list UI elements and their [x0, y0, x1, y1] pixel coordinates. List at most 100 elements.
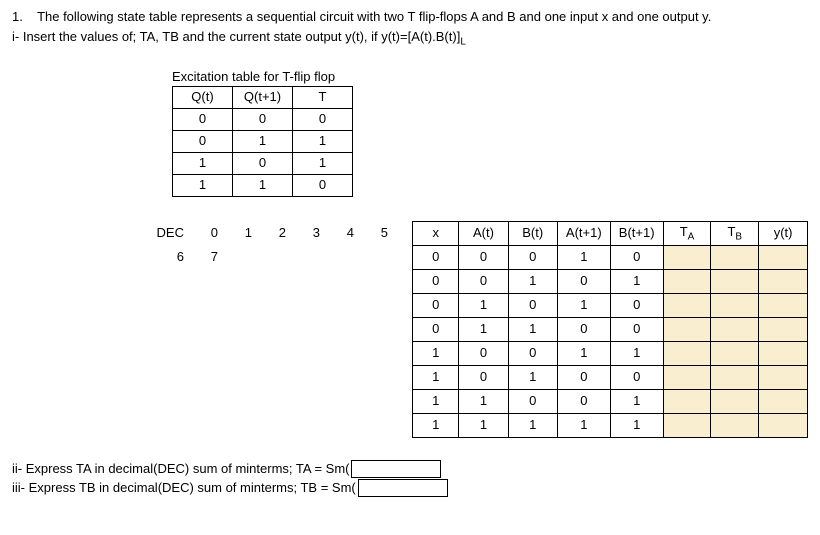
state-cell: 0: [610, 293, 663, 317]
state-cell: 1: [508, 317, 557, 341]
state-cell: [663, 317, 711, 341]
state-cell: 1: [508, 413, 557, 437]
state-cell: [711, 317, 759, 341]
state-cell: 0: [459, 365, 508, 389]
table-row: 0 1 1: [173, 130, 353, 152]
excitation-header: Q(t): [173, 86, 233, 108]
state-header: TA: [663, 221, 711, 245]
state-cell: [711, 365, 759, 389]
line-iii-text: iii- Express TB in decimal(DEC) sum of m…: [12, 479, 356, 497]
ta-answer-box[interactable]: [351, 460, 441, 478]
state-cell: [711, 269, 759, 293]
state-cell: 1: [459, 413, 508, 437]
state-header: B(t): [508, 221, 557, 245]
state-cell: [663, 293, 711, 317]
state-cell: 0: [557, 269, 610, 293]
excitation-section: Excitation table for T-flip flop Q(t) Q(…: [172, 68, 808, 197]
state-cell: [759, 269, 808, 293]
state-header: x: [413, 221, 459, 245]
dec-label: 7: [186, 245, 220, 269]
table-row: 11111: [413, 413, 808, 437]
state-cell: 1: [413, 341, 459, 365]
dec-label: 0: [186, 221, 220, 245]
dec-label: 5: [356, 221, 390, 245]
state-cell: [711, 341, 759, 365]
table-row: 1 0 1: [173, 152, 353, 174]
state-cell: 1: [413, 389, 459, 413]
state-header: A(t+1): [557, 221, 610, 245]
excitation-cell: 0: [173, 130, 233, 152]
state-table-container: DEC01234567xA(t)B(t)A(t+1)B(t+1)TATBy(t)…: [152, 221, 808, 438]
state-header: TB: [711, 221, 759, 245]
state-cell: 0: [508, 293, 557, 317]
state-cell: 0: [413, 245, 459, 269]
state-cell: 1: [610, 269, 663, 293]
excitation-cell: 1: [293, 130, 353, 152]
state-header: y(t): [759, 221, 808, 245]
state-cell: 0: [610, 365, 663, 389]
state-cell: [759, 245, 808, 269]
table-row: 1 1 0: [173, 174, 353, 196]
state-cell: [759, 293, 808, 317]
state-cell: 0: [459, 341, 508, 365]
state-cell: [759, 365, 808, 389]
question-line-2: i- Insert the values of; TA, TB and the …: [12, 28, 808, 50]
state-cell: [663, 245, 711, 269]
question-line-1: 1. The following state table represents …: [12, 8, 808, 26]
excitation-cell: 0: [233, 152, 293, 174]
state-cell: 1: [557, 341, 610, 365]
state-cell: 0: [459, 269, 508, 293]
dec-label: 1: [220, 221, 254, 245]
state-cell: 1: [557, 245, 610, 269]
state-cell: 1: [459, 293, 508, 317]
table-row: 11001: [413, 389, 808, 413]
excitation-cell: 1: [233, 130, 293, 152]
excitation-cell: 0: [233, 108, 293, 130]
state-cell: [663, 269, 711, 293]
state-cell: 1: [413, 413, 459, 437]
state-cell: [711, 389, 759, 413]
state-cell: 0: [557, 317, 610, 341]
state-cell: 1: [610, 413, 663, 437]
excitation-cell: 1: [293, 152, 353, 174]
state-cell: 1: [557, 293, 610, 317]
question-sub-suffix: L: [460, 37, 466, 48]
excitation-cell: 0: [293, 108, 353, 130]
state-header: A(t): [459, 221, 508, 245]
state-cell: 1: [610, 389, 663, 413]
excitation-cell: 0: [293, 174, 353, 196]
state-cell: 0: [610, 245, 663, 269]
state-cell: 1: [508, 269, 557, 293]
excitation-cell: 0: [173, 108, 233, 130]
state-cell: [759, 413, 808, 437]
dec-label: 3: [288, 221, 322, 245]
table-row: 10100: [413, 365, 808, 389]
table-row: 10011: [413, 341, 808, 365]
tb-answer-box[interactable]: [358, 479, 448, 497]
excitation-cell: 1: [173, 174, 233, 196]
table-row: 0 0 0: [173, 108, 353, 130]
excitation-table: Q(t) Q(t+1) T 0 0 0 0 1 1 1 0 1 1 1 0: [172, 86, 353, 197]
state-cell: 1: [413, 365, 459, 389]
table-row: 01010: [413, 293, 808, 317]
excitation-header: T: [293, 86, 353, 108]
state-cell: 0: [557, 389, 610, 413]
question-sub-text: i- Insert the values of; TA, TB and the …: [12, 29, 460, 44]
question-number: 1.: [12, 9, 23, 24]
question-main-text: The following state table represents a s…: [37, 9, 711, 24]
table-row: Q(t) Q(t+1) T: [173, 86, 353, 108]
state-cell: 0: [459, 245, 508, 269]
state-cell: 1: [459, 389, 508, 413]
state-cell: [759, 317, 808, 341]
state-cell: 1: [508, 365, 557, 389]
state-cell: 0: [413, 317, 459, 341]
state-cell: [759, 341, 808, 365]
table-row: 01100: [413, 317, 808, 341]
excitation-cell: 1: [233, 174, 293, 196]
state-header: B(t+1): [610, 221, 663, 245]
line-ii-text: ii- Express TA in decimal(DEC) sum of mi…: [12, 460, 349, 478]
state-cell: 0: [413, 293, 459, 317]
state-cell: 1: [557, 413, 610, 437]
dec-label-column: DEC01234567: [152, 221, 412, 269]
state-cell: 1: [610, 341, 663, 365]
